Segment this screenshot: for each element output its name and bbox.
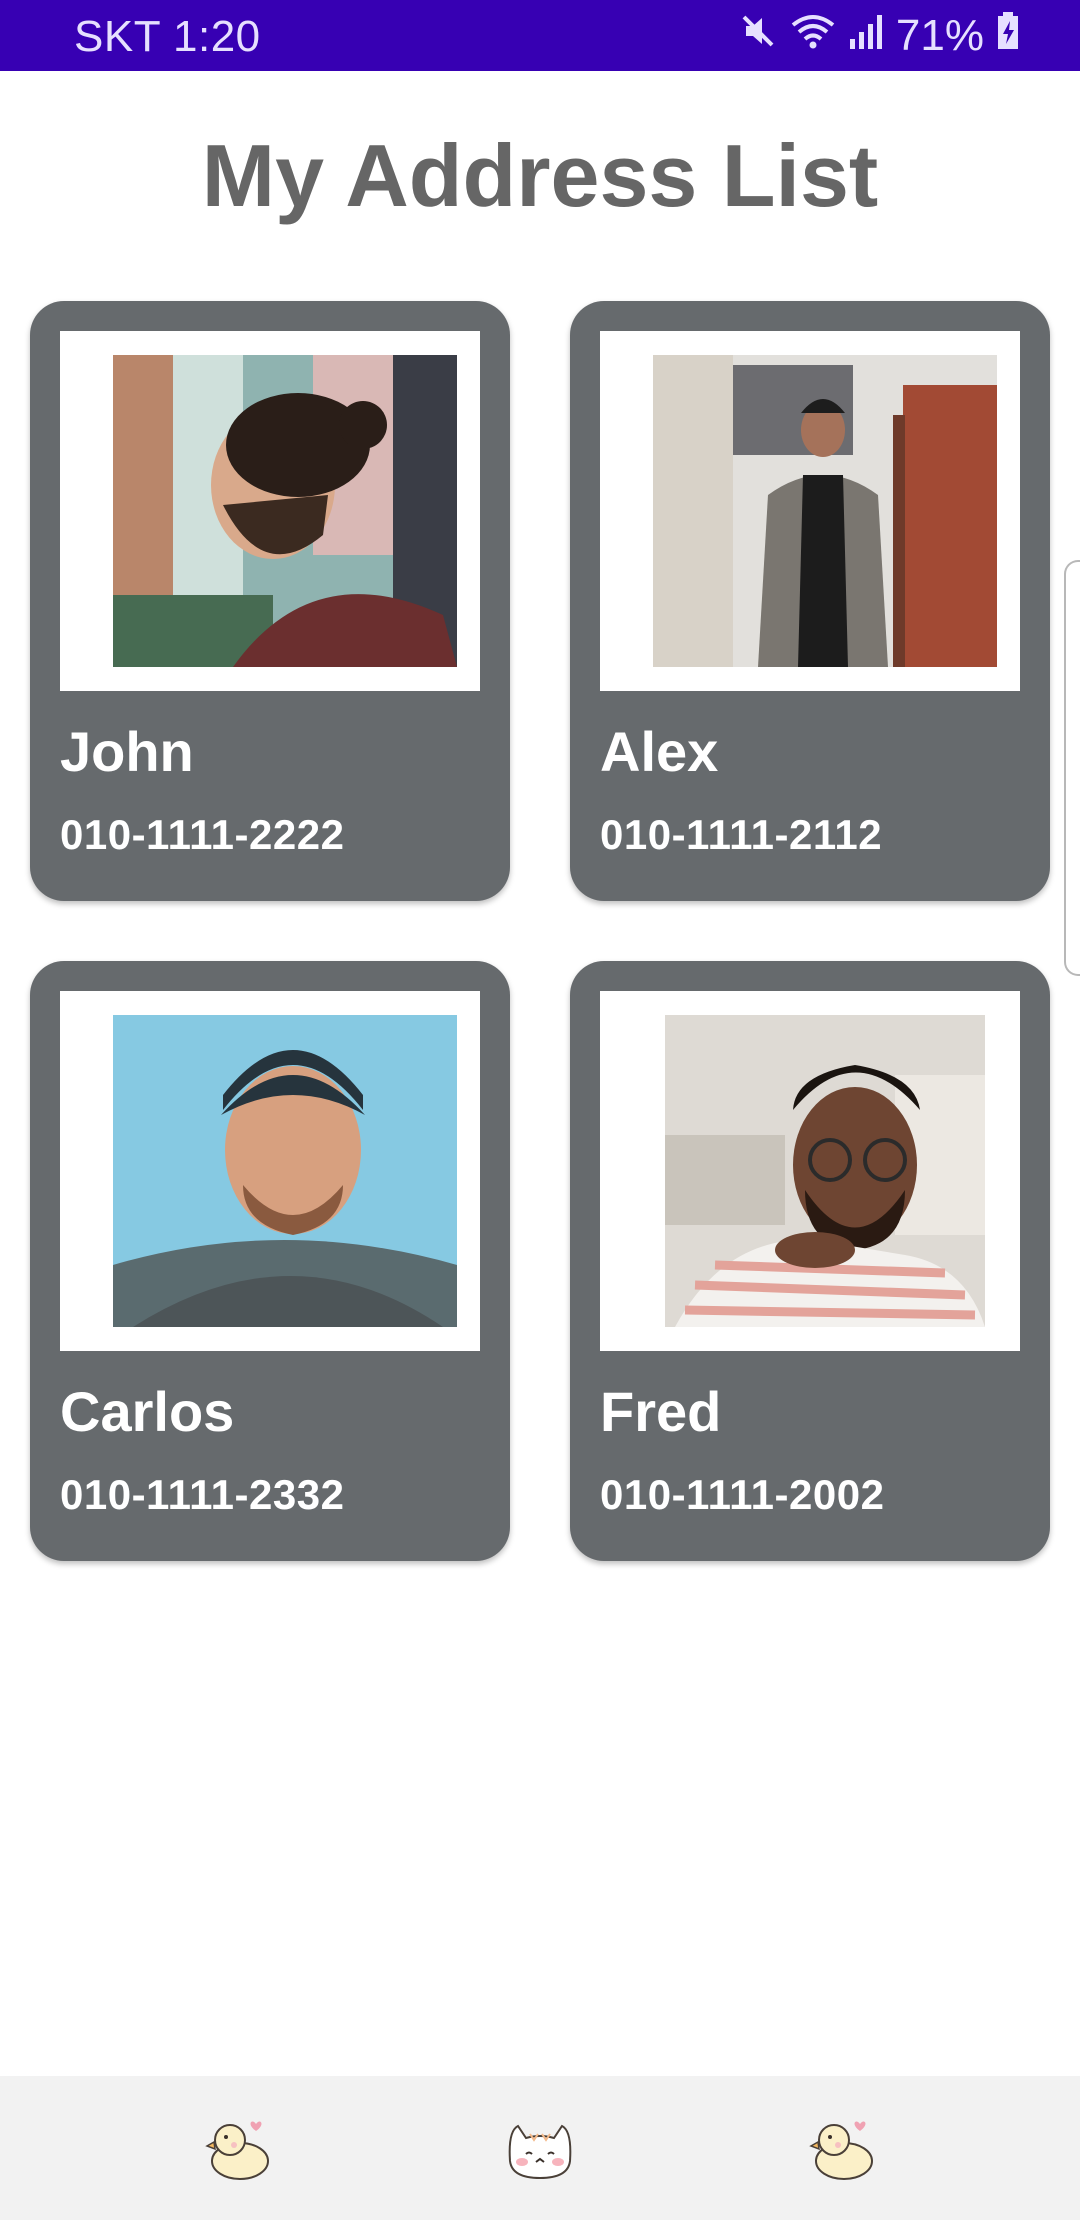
contact-photo xyxy=(113,1015,457,1327)
contact-photo xyxy=(113,355,457,667)
wifi-icon xyxy=(790,11,836,62)
cat-icon xyxy=(500,2116,580,2182)
carrier-time: SKT 1:20 xyxy=(74,12,261,61)
contact-card-alex[interactable]: Alex 010-1111-2112 xyxy=(570,301,1050,901)
duck-icon xyxy=(204,2116,274,2182)
contact-phone: 010-1111-2222 xyxy=(60,811,345,858)
battery-icon xyxy=(996,11,1020,62)
mute-icon xyxy=(738,11,778,62)
contact-photo xyxy=(665,1015,985,1327)
page-title: My Address List xyxy=(201,126,879,225)
contact-name: Alex xyxy=(600,720,719,783)
contact-phone: 010-1111-2332 xyxy=(60,1471,345,1518)
contact-phone: 010-1111-2002 xyxy=(600,1471,885,1518)
contact-phone: 010-1111-2112 xyxy=(600,811,883,858)
contact-card-carlos[interactable]: Carlos 010-1111-2332 xyxy=(30,961,510,1561)
status-bar: SKT 1:20 71% xyxy=(0,0,1080,71)
duck-icon xyxy=(808,2116,878,2182)
bottom-nav xyxy=(0,2076,1080,2220)
photo-frame xyxy=(600,331,1020,691)
battery-percent: 71% xyxy=(895,11,984,60)
contact-card-fred[interactable]: Fred 010-1111-2002 xyxy=(570,961,1050,1561)
nav-item-duck-right[interactable] xyxy=(808,2116,878,2182)
nav-item-duck-left[interactable] xyxy=(204,2116,274,2182)
nav-item-cat[interactable] xyxy=(500,2116,580,2182)
scroll-handle[interactable] xyxy=(1064,560,1080,976)
photo-frame xyxy=(60,331,480,691)
signal-icon xyxy=(848,11,884,62)
contact-name: Carlos xyxy=(60,1380,235,1443)
contact-photo xyxy=(653,355,997,667)
contact-name: Fred xyxy=(600,1380,722,1443)
status-icons: 71% xyxy=(738,10,1020,62)
contact-card-john[interactable]: John 010-1111-2222 xyxy=(30,301,510,901)
photo-frame xyxy=(60,991,480,1351)
contact-name: John xyxy=(60,720,194,783)
photo-frame xyxy=(600,991,1020,1351)
